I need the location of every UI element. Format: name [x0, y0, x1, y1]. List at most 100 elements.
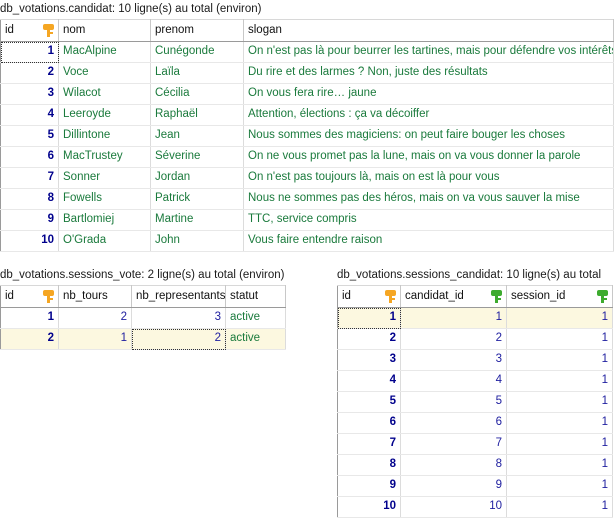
cell-slogan[interactable]: On vous fera rire… jaune	[243, 83, 614, 105]
cell-id[interactable]: 3	[337, 349, 401, 371]
column-header-id[interactable]: id	[0, 19, 59, 42]
cell-session-id[interactable]: 1	[506, 328, 613, 350]
table-row[interactable]: 4 Leeroyde Raphaël Attention, élections …	[0, 104, 614, 126]
column-header-prenom[interactable]: prenom	[150, 19, 244, 42]
table-row[interactable]: 6 MacTrustey Séverine On ne vous promet …	[0, 146, 614, 168]
cell-prenom[interactable]: Jean	[150, 125, 244, 147]
cell-slogan[interactable]: Nous sommes des magiciens: on peut faire…	[243, 125, 614, 147]
cell-nom[interactable]: Fowells	[58, 188, 151, 210]
cell-candidat-id[interactable]: 10	[400, 496, 507, 518]
cell-slogan[interactable]: Du rire et des larmes ? Non, juste des r…	[243, 62, 614, 84]
table-row[interactable]: 6 6 1	[337, 412, 613, 434]
cell-prenom[interactable]: Martine	[150, 209, 244, 231]
cell-slogan[interactable]: Vous faire entendre raison	[243, 230, 614, 252]
table-row[interactable]: 2 2 1	[337, 328, 613, 350]
cell-candidat-id[interactable]: 5	[400, 391, 507, 413]
table-row[interactable]: 3 3 1	[337, 349, 613, 371]
cell-slogan[interactable]: Attention, élections : ça va décoiffer	[243, 104, 614, 126]
cell-candidat-id[interactable]: 2	[400, 328, 507, 350]
cell-id[interactable]: 2	[0, 62, 59, 84]
column-header-statut[interactable]: statut	[225, 285, 286, 308]
table-row[interactable]: 4 4 1	[337, 370, 613, 392]
table-row[interactable]: 7 7 1	[337, 433, 613, 455]
cell-prenom[interactable]: John	[150, 230, 244, 252]
cell-session-id[interactable]: 1	[506, 454, 613, 476]
cell-prenom[interactable]: Patrick	[150, 188, 244, 210]
cell-id[interactable]: 5	[0, 125, 59, 147]
cell-prenom[interactable]: Séverine	[150, 146, 244, 168]
cell-prenom[interactable]: Laïla	[150, 62, 244, 84]
cell-nom[interactable]: Leeroyde	[58, 104, 151, 126]
cell-prenom[interactable]: Raphaël	[150, 104, 244, 126]
table-row[interactable]: 9 9 1	[337, 475, 613, 497]
cell-nom[interactable]: MacTrustey	[58, 146, 151, 168]
cell-candidat-id[interactable]: 6	[400, 412, 507, 434]
table-row[interactable]: 8 8 1	[337, 454, 613, 476]
cell-id[interactable]: 9	[337, 475, 401, 497]
cell-candidat-id[interactable]: 8	[400, 454, 507, 476]
cell-slogan[interactable]: Nous ne sommes pas des héros, mais on va…	[243, 188, 614, 210]
table-row[interactable]: 5 Dillintone Jean Nous sommes des magici…	[0, 125, 614, 147]
column-header-nb-representants[interactable]: nb_representants	[131, 285, 226, 308]
table-row[interactable]: 1 1 1	[337, 307, 613, 329]
cell-nom[interactable]: Wilacot	[58, 83, 151, 105]
cell-nom[interactable]: Voce	[58, 62, 151, 84]
cell-id[interactable]: 4	[337, 370, 401, 392]
table-row[interactable]: 2 Voce Laïla Du rire et des larmes ? Non…	[0, 62, 614, 84]
cell-nb-tours[interactable]: 1	[58, 328, 132, 350]
cell-id[interactable]: 8	[0, 188, 59, 210]
cell-id[interactable]: 10	[337, 496, 401, 518]
cell-candidat-id[interactable]: 4	[400, 370, 507, 392]
cell-session-id[interactable]: 1	[506, 307, 613, 329]
cell-session-id[interactable]: 1	[506, 349, 613, 371]
cell-id[interactable]: 8	[337, 454, 401, 476]
cell-id[interactable]: 7	[0, 167, 59, 189]
table-row[interactable]: 10 O'Grada John Vous faire entendre rais…	[0, 230, 614, 252]
cell-statut[interactable]: active	[225, 307, 286, 329]
table-row[interactable]: 10 10 1	[337, 496, 613, 518]
column-header-id[interactable]: id	[0, 285, 59, 308]
cell-id[interactable]: 10	[0, 230, 59, 252]
cell-candidat-id[interactable]: 7	[400, 433, 507, 455]
cell-slogan[interactable]: On n'est pas toujours là, mais on est là…	[243, 167, 614, 189]
cell-prenom[interactable]: Jordan	[150, 167, 244, 189]
cell-session-id[interactable]: 1	[506, 412, 613, 434]
data-grid-sessions-vote[interactable]: id nb_tours nb_representants statut 1 2 …	[0, 285, 286, 350]
cell-id[interactable]: 2	[337, 328, 401, 350]
table-row[interactable]: 9 Bartlomiej Martine TTC, service compri…	[0, 209, 614, 231]
cell-candidat-id[interactable]: 9	[400, 475, 507, 497]
cell-nom[interactable]: MacAlpine	[58, 41, 151, 63]
cell-nb-tours[interactable]: 2	[58, 307, 132, 329]
cell-slogan[interactable]: On ne vous promet pas la lune, mais on v…	[243, 146, 614, 168]
column-header-session-id[interactable]: session_id	[506, 285, 613, 308]
cell-session-id[interactable]: 1	[506, 433, 613, 455]
cell-session-id[interactable]: 1	[506, 475, 613, 497]
cell-nb-representants[interactable]: 3	[131, 307, 226, 329]
cell-slogan[interactable]: On n'est pas là pour beurrer les tartine…	[243, 41, 614, 63]
cell-nom[interactable]: O'Grada	[58, 230, 151, 252]
cell-session-id[interactable]: 1	[506, 496, 613, 518]
table-row[interactable]: 1 2 3 active	[0, 307, 286, 329]
cell-id[interactable]: 9	[0, 209, 59, 231]
cell-nb-representants[interactable]: 2	[131, 328, 226, 350]
cell-id[interactable]: 4	[0, 104, 59, 126]
column-header-slogan[interactable]: slogan	[243, 19, 614, 42]
cell-id[interactable]: 3	[0, 83, 59, 105]
cell-nom[interactable]: Dillintone	[58, 125, 151, 147]
cell-id[interactable]: 1	[0, 307, 59, 329]
cell-prenom[interactable]: Cécilia	[150, 83, 244, 105]
table-row[interactable]: 5 5 1	[337, 391, 613, 413]
column-header-nb-tours[interactable]: nb_tours	[58, 285, 132, 308]
table-row[interactable]: 7 Sonner Jordan On n'est pas toujours là…	[0, 167, 614, 189]
data-grid-candidat[interactable]: id nom prenom slogan 1 MacAlpine Cunégon…	[0, 19, 614, 252]
data-grid-sessions-candidat[interactable]: id candidat_id session_id 1 1 1 2 2 1 3 …	[337, 285, 613, 518]
cell-id[interactable]: 1	[337, 307, 401, 329]
cell-candidat-id[interactable]: 3	[400, 349, 507, 371]
cell-candidat-id[interactable]: 1	[400, 307, 507, 329]
column-header-candidat-id[interactable]: candidat_id	[400, 285, 507, 308]
cell-id[interactable]: 6	[0, 146, 59, 168]
cell-nom[interactable]: Sonner	[58, 167, 151, 189]
cell-id[interactable]: 7	[337, 433, 401, 455]
cell-slogan[interactable]: TTC, service compris	[243, 209, 614, 231]
table-row[interactable]: 1 MacAlpine Cunégonde On n'est pas là po…	[0, 41, 614, 63]
